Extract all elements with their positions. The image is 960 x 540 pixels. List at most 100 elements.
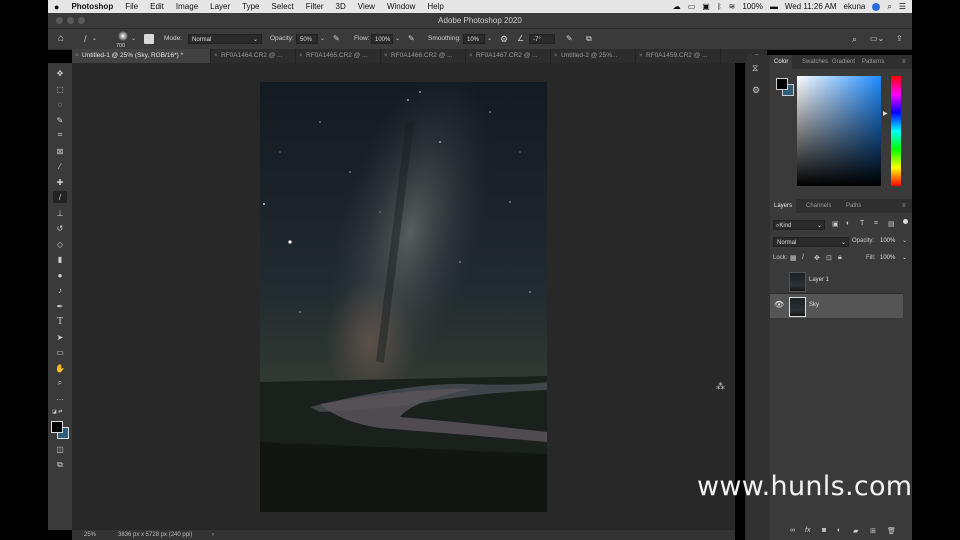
document-image[interactable] (260, 82, 547, 512)
close-tab-icon[interactable]: × (554, 49, 558, 63)
healing-brush-tool-icon[interactable]: ✚ (53, 176, 67, 188)
opacity-chevron-icon[interactable]: ⌄ (902, 237, 907, 244)
delete-layer-icon[interactable]: 🗑︎ (887, 527, 896, 535)
menu-help[interactable]: Help (421, 2, 449, 11)
lasso-tool-icon[interactable]: ◌ (53, 98, 67, 110)
adjustments-panel-icon[interactable]: ⚙ (752, 85, 760, 96)
display-icon[interactable]: ▣ (702, 2, 710, 11)
filter-adjustment-icon[interactable]: ◐ (846, 220, 850, 227)
filter-pixel-icon[interactable]: ▣ (832, 220, 839, 228)
info-chevron-icon[interactable]: › (212, 530, 214, 540)
close-window-icon[interactable] (56, 17, 63, 24)
menu-select[interactable]: Select (266, 2, 300, 11)
brush-settings-icon[interactable] (144, 34, 154, 44)
layer-name[interactable]: Sky (809, 302, 819, 308)
search-icon[interactable]: ⌕ (852, 29, 857, 49)
zoom-tool-icon[interactable]: ⌕ (53, 377, 67, 389)
wifi-icon[interactable]: ≋ (729, 2, 736, 11)
close-tab-icon[interactable]: × (639, 49, 643, 63)
tab-layers[interactable]: Layers (770, 199, 797, 213)
history-brush-tool-icon[interactable]: ↺ (53, 222, 67, 234)
new-group-icon[interactable]: ▰ (853, 527, 858, 535)
tab-swatches[interactable]: Swatches (798, 55, 832, 69)
smoothing-chevron-icon[interactable]: ⌄ (487, 29, 492, 49)
close-tab-icon[interactable]: × (75, 49, 79, 63)
eye-icon[interactable]: 👁︎ (774, 300, 784, 309)
fill-value[interactable]: 100% (880, 255, 895, 261)
bluetooth-icon[interactable]: ᛒ (717, 2, 722, 11)
close-tab-icon[interactable]: × (214, 49, 218, 63)
eyedropper-tool-icon[interactable]: ⁄ (53, 160, 67, 172)
share-icon[interactable]: ⇪ (896, 29, 903, 49)
filter-type-icon[interactable]: T (860, 220, 864, 227)
close-tab-icon[interactable]: × (384, 49, 388, 63)
menu-filter[interactable]: Filter (300, 2, 330, 11)
smoothing-settings-icon[interactable]: ⚙ (500, 29, 508, 49)
lock-all-icon[interactable]: 🔒︎ (838, 254, 842, 262)
color-field[interactable] (797, 76, 881, 186)
layer-opacity-value[interactable]: 100% (880, 238, 895, 244)
apple-icon[interactable]: ● (48, 2, 65, 12)
menu-edit[interactable]: Edit (144, 2, 170, 11)
tab-rf0a1467[interactable]: × RF0A1467.CR2 @ ... (466, 49, 551, 63)
symmetry-icon[interactable]: ⧉ (586, 29, 592, 49)
zoom-window-icon[interactable] (78, 17, 85, 24)
gradient-tool-icon[interactable]: ▮ (53, 253, 67, 265)
hand-tool-icon[interactable]: ✋ (53, 362, 67, 374)
tab-untitled-1[interactable]: × Untitled-1 @ 25% (Sky, RGB/16*) * (72, 49, 211, 63)
marquee-tool-icon[interactable]: ⬚ (53, 83, 67, 95)
blur-tool-icon[interactable]: ● (53, 269, 67, 281)
quick-select-tool-icon[interactable]: ✎ (53, 114, 67, 126)
eraser-tool-icon[interactable]: ◇ (53, 238, 67, 250)
tab-rf0a1464[interactable]: × RF0A1464.CR2 @ ... (211, 49, 296, 63)
filter-toggle-icon[interactable] (903, 219, 908, 224)
notification-icon[interactable]: ☰ (899, 2, 906, 11)
hue-slider[interactable] (891, 76, 901, 186)
new-layer-icon[interactable]: ⊞ (870, 527, 876, 535)
smoothing-field[interactable]: 10% (463, 34, 485, 44)
move-tool-icon[interactable]: ✥ (53, 67, 67, 79)
chevron-down-icon[interactable]: ⌄ (92, 29, 97, 49)
spotlight-icon[interactable]: ⌕ (887, 2, 891, 12)
menu-file[interactable]: File (119, 2, 144, 11)
panel-foreground-swatch[interactable] (776, 78, 788, 90)
opacity-field[interactable]: 50% (296, 34, 318, 44)
hue-slider-handle-icon[interactable]: ▶ (883, 110, 888, 117)
tab-rf0a1466[interactable]: × RF0A1466.CR2 @ ... (381, 49, 466, 63)
filter-smart-object-icon[interactable]: ▤ (888, 220, 895, 228)
flow-field[interactable]: 100% (371, 34, 393, 44)
workspace-icon[interactable]: ▭⌄ (870, 29, 884, 49)
menu-3d[interactable]: 3D (330, 2, 352, 11)
mode-select[interactable]: Normal ⌄ (188, 34, 262, 44)
add-mask-icon[interactable]: ◙ (822, 527, 826, 534)
foreground-color-swatch[interactable] (51, 421, 63, 433)
menu-layer[interactable]: Layer (204, 2, 236, 11)
pressure-size-icon[interactable]: ✎ (566, 29, 573, 49)
quick-mask-icon[interactable]: ◫ (53, 443, 67, 455)
layer-row-sky[interactable]: 👁︎ Sky (770, 294, 903, 318)
home-icon[interactable]: ⌂ (58, 29, 64, 49)
rectangle-tool-icon[interactable]: ▭ (53, 346, 67, 358)
cloud-icon[interactable]: ☁ (673, 2, 681, 11)
fx-icon[interactable]: fx (805, 527, 810, 534)
menu-window[interactable]: Window (381, 2, 421, 11)
tab-untitled-2[interactable]: × Untitled-2 @ 25%... (551, 49, 636, 63)
layer-row-layer-1[interactable]: Layer 1 (770, 269, 903, 294)
close-tab-icon[interactable]: × (299, 49, 303, 63)
history-panel-icon[interactable]: ⧖ (752, 63, 758, 74)
dodge-tool-icon[interactable]: ♪ (53, 284, 67, 296)
pen-tool-icon[interactable]: ✒ (53, 300, 67, 312)
menu-app-name[interactable]: Photoshop (65, 2, 119, 11)
close-tab-icon[interactable]: × (469, 49, 473, 63)
filter-shape-icon[interactable]: ⌗ (874, 220, 878, 228)
tab-gradient[interactable]: Gradient (828, 55, 859, 69)
link-layers-icon[interactable]: ∞ (790, 527, 795, 534)
airbrush-icon[interactable]: ✎ (408, 29, 415, 49)
tab-channels[interactable]: Channels (802, 199, 835, 213)
tab-rf0a1465[interactable]: × RF0A1465.CR2 @ ... (296, 49, 381, 63)
angle-field[interactable]: -7° (529, 34, 555, 44)
layers-menu-icon[interactable]: ≡ (898, 199, 910, 213)
tab-paths[interactable]: Paths (842, 199, 865, 213)
layer-name[interactable]: Layer 1 (809, 277, 829, 283)
frame-tool-icon[interactable]: ⊠ (53, 145, 67, 157)
